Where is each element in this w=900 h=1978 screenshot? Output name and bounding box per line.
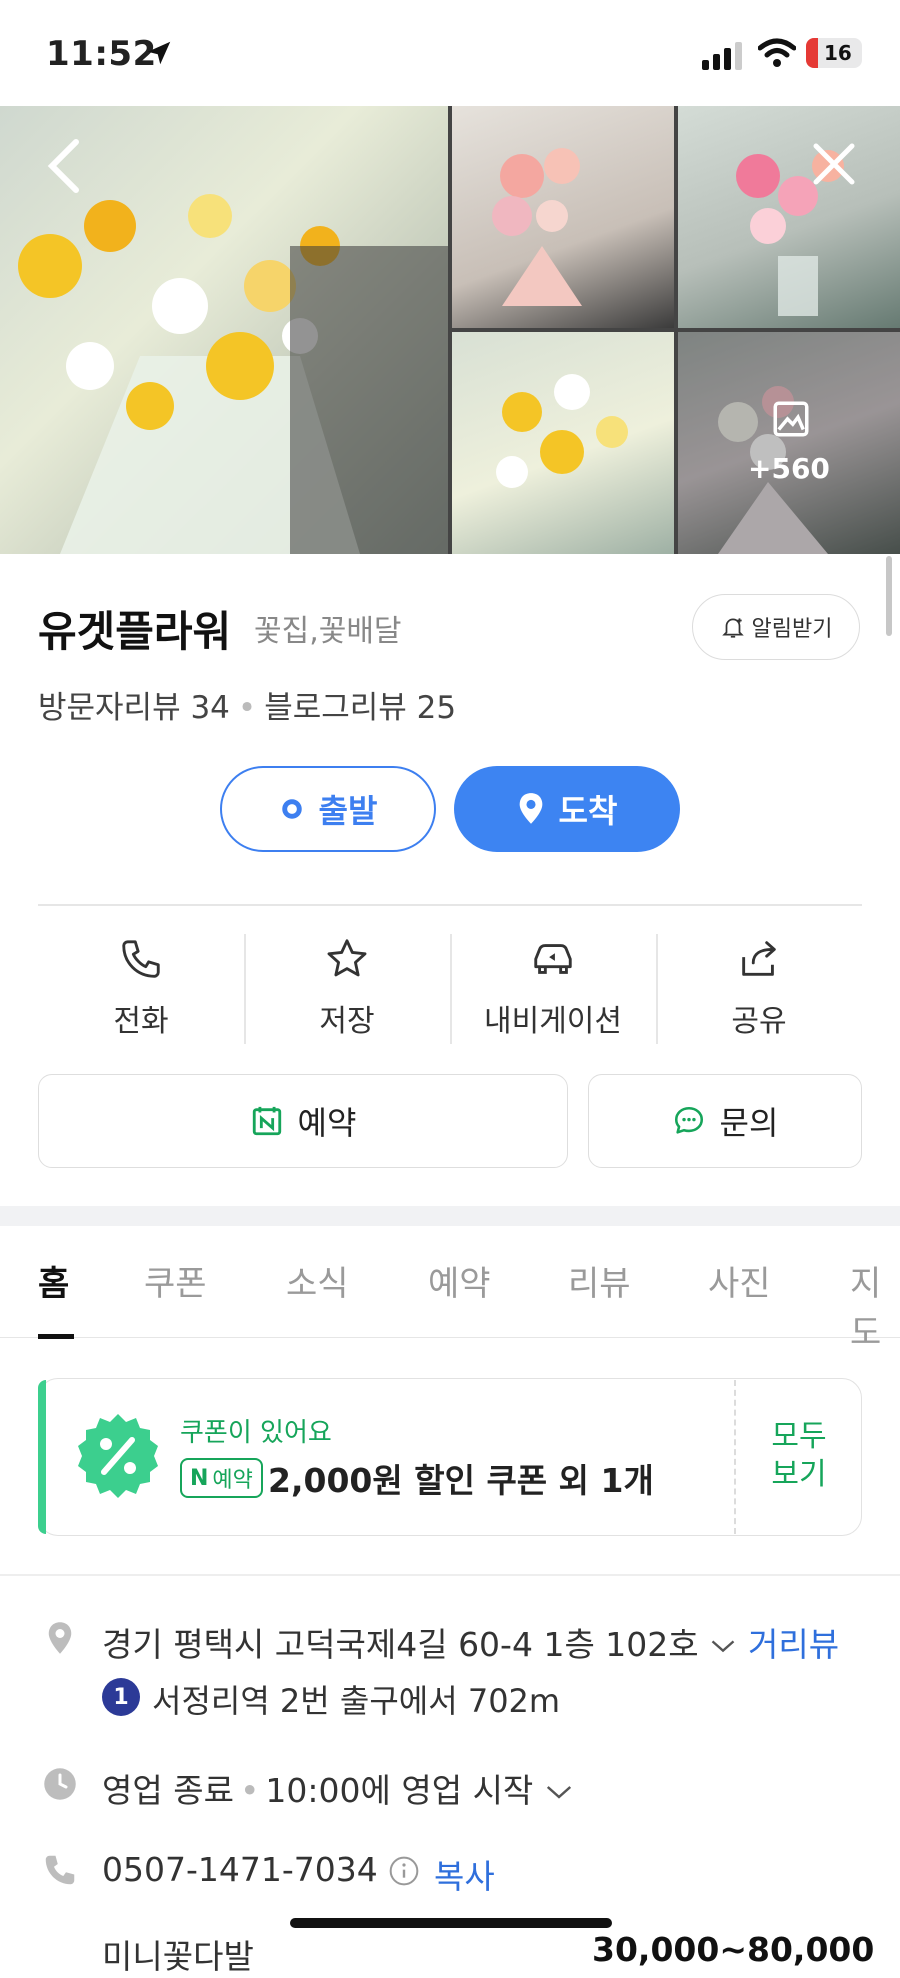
car-icon [534,944,572,974]
place-name: 유겟플라워 [38,607,232,656]
blog-reviews-link[interactable]: 블로그리뷰 25 [264,690,456,726]
tab-reviews[interactable]: 리뷰 [568,1256,631,1305]
divider [38,904,862,906]
image-icon [773,401,809,437]
tab-coupon[interactable]: 쿠폰 [144,1256,207,1305]
arrive-button[interactable]: 도착 [454,766,680,852]
more-photos-count[interactable]: +560 [748,452,830,485]
gallery-thumb-3[interactable] [452,332,674,554]
menu-item-price: 30,000~80,000 [592,1930,875,1969]
phone-number[interactable]: 0507-1471-7034 [102,1850,420,1889]
tab-reservation[interactable]: 예약 [428,1256,491,1305]
gallery-thumb-2[interactable] [678,106,900,328]
info-icon[interactable] [388,1855,420,1887]
chevron-down-icon[interactable] [544,1782,574,1802]
star-icon [327,939,367,977]
hours-status: 영업 종료 [102,1771,234,1810]
tab-news[interactable]: 소식 [286,1256,349,1305]
inquiry-button[interactable]: 문의 [588,1074,862,1168]
menu-item-name: 미니꽃다발 [102,1937,254,1976]
battery-level: 16 [824,41,852,65]
scrollbar[interactable] [886,556,892,636]
origin-dot-icon [281,799,302,819]
naver-reservation-badge: N 예약 [180,1458,263,1498]
coupon-perforation [734,1380,736,1534]
naver-calendar-icon [252,1106,281,1136]
home-indicator[interactable] [290,1918,612,1928]
coupon-accent-bar [38,1380,46,1534]
save-action[interactable]: 저장 [244,934,450,1052]
coupon-badge-label: 예약 [212,1468,253,1493]
phone-value: 0507-1471-7034 [102,1850,378,1889]
action-label-navigation: 내비게이션 [484,1004,622,1039]
navigation-action[interactable]: 내비게이션 [450,934,656,1052]
action-label-save: 저장 [319,1004,375,1039]
alarm-label: 알림받기 [751,617,833,642]
location-arrow-icon [147,41,171,65]
back-icon[interactable] [44,138,84,194]
address-text[interactable]: 경기 평택시 고덕국제4길 60-4 1층 102호 [102,1618,737,1666]
street-view-link[interactable]: 거리뷰 [748,1618,839,1666]
tab-photos[interactable]: 사진 [708,1256,771,1305]
tab-map[interactable]: 지도 [850,1256,900,1354]
close-icon[interactable] [810,140,858,188]
inquiry-label: 문의 [719,1104,779,1142]
share-action[interactable]: 공유 [656,934,862,1052]
view-all-line2: 보기 [771,1457,827,1492]
hours-next: 10:00에 영업 시작 [265,1771,534,1810]
action-label-call: 전화 [113,1004,169,1039]
phone-icon [122,940,160,978]
address-value: 경기 평택시 고덕국제4길 60-4 1층 102호 [102,1625,699,1664]
clock-icon [44,1768,76,1800]
chat-icon [674,1106,703,1134]
wifi-icon [758,38,796,67]
chevron-down-icon[interactable] [709,1636,737,1656]
phone-icon [45,1855,75,1885]
percent-badge-icon [78,1414,158,1498]
more-photos-overlay[interactable] [678,332,900,554]
tab-home[interactable]: 홈 [38,1256,69,1305]
review-summary: 방문자리뷰 34 • 블로그리뷰 25 [38,690,457,726]
depart-button[interactable]: 출발 [220,766,436,852]
coupon-view-all-button[interactable]: 모두 보기 [744,1418,854,1494]
subway-directions: 서정리역 2번 출구에서 702m [152,1682,561,1720]
photo-gallery[interactable] [0,106,900,554]
coupon-title: 쿠폰이 있어요 [180,1418,332,1448]
divider [0,1574,900,1576]
view-all-line1: 모두 [771,1419,827,1454]
battery-indicator: 16 [806,38,862,68]
depart-label: 출발 [318,792,378,830]
alarm-button[interactable]: 알림받기 [692,594,860,660]
status-time: 11:52 [46,34,157,74]
place-category: 꽃집,꽃배달 [254,614,402,649]
map-pin-icon [519,793,542,824]
copy-phone-button[interactable]: 복사 [434,1850,495,1898]
reserve-label: 예약 [297,1104,357,1142]
tab-bar: 홈 쿠폰 소식 예약 리뷰 사진 지도 [0,1226,900,1353]
action-label-share: 공유 [731,1004,787,1039]
signal-icon [702,42,742,70]
section-divider [0,1206,900,1226]
coupon-description: 2,000원 할인 쿠폰 외 1개 [268,1461,654,1500]
subway-line-badge: 1 [102,1678,140,1716]
location-pin-icon [48,1622,72,1654]
active-tab-indicator [38,1334,74,1339]
call-action[interactable]: 전화 [38,934,244,1052]
business-hours[interactable]: 영업 종료 • 10:00에 영업 시작 [102,1764,574,1812]
bell-icon [721,618,744,638]
arrive-label: 도착 [558,792,618,830]
naver-n-icon: N [190,1465,209,1491]
gallery-thumb-1[interactable] [452,106,674,328]
visitor-reviews-link[interactable]: 방문자리뷰 34 [38,690,230,726]
reserve-button[interactable]: 예약 [38,1074,568,1168]
share-icon [742,941,776,976]
